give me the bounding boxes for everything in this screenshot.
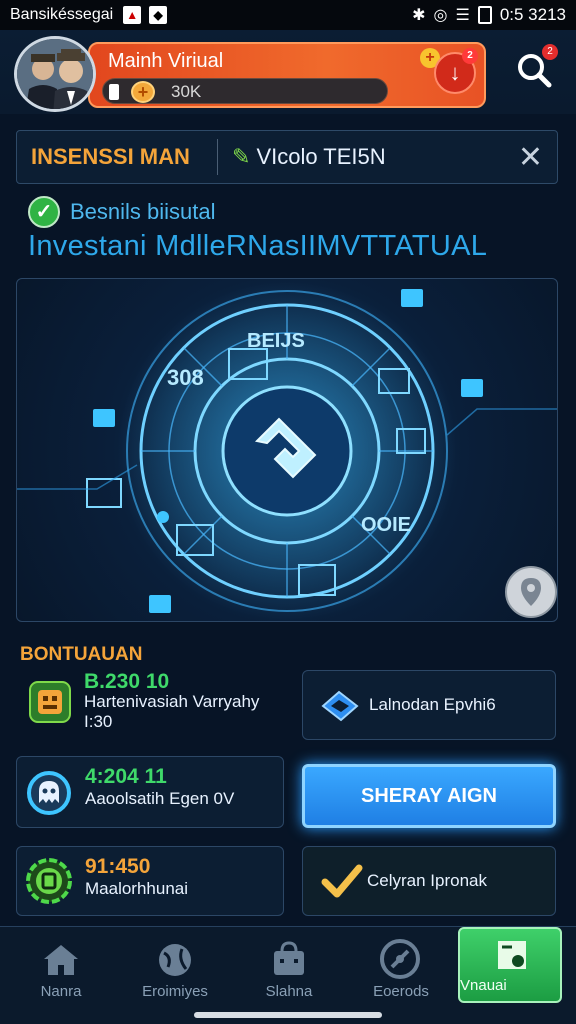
stat-value-2: 4:204 11 — [85, 765, 167, 788]
stat-value-3: 91:450 — [85, 855, 151, 878]
robot-icon — [29, 681, 71, 723]
coin-icon: + — [131, 81, 155, 103]
nav-rewards[interactable]: Eoerods — [344, 927, 458, 1013]
compass-icon — [380, 939, 420, 979]
link-card-2[interactable]: Celyran Ipronak — [302, 846, 556, 916]
checkmark-icon — [321, 864, 363, 898]
ghost-icon — [27, 771, 71, 815]
header: Mainh Viriual + 30K + ↓ 2 2 — [0, 30, 576, 114]
profile-name: Mainh Viriual — [108, 50, 224, 72]
nav-shop[interactable]: Slahna — [232, 927, 346, 1013]
nav-label-home: Nanra — [40, 983, 82, 1000]
hero-label-left: 308 — [167, 365, 204, 390]
leaf-icon: ✎ — [232, 144, 251, 169]
alert-badge: 2 — [462, 48, 478, 64]
link-card-1[interactable]: Lalnodan Epvhi6 — [302, 670, 556, 740]
stat-card-1[interactable]: B.230 10 Hartenivasiah Varryahy I:30 — [16, 668, 284, 740]
hero-label-right: OOIE — [361, 514, 411, 536]
subtitle-row: ✓ Besnils biisutal — [28, 196, 216, 228]
stat-text-1: Hartenivasiah Varryahy — [84, 692, 260, 711]
stat-text-2: Aaoolsatih Egen 0V — [85, 789, 235, 808]
globe-icon — [159, 944, 191, 976]
battery-icon — [477, 6, 492, 24]
status-bar: Bansikéssegai ▲ ◆ ✱ ◎ ☰ 0:5 3213 — [0, 0, 576, 30]
primary-action-button[interactable]: SHERAY AIGN — [302, 764, 556, 828]
alarm-icon: ◎ — [433, 7, 448, 24]
stat-text-3: Maalorhhunai — [85, 879, 189, 898]
banner-right-label: VIcolo TEI5N — [256, 144, 386, 169]
badge-icon — [26, 858, 72, 904]
profile-panel[interactable]: Mainh Viriual + 30K + ↓ 2 — [88, 42, 486, 108]
app-icon: ◆ — [149, 6, 168, 24]
hub-illustration: BEIJS 308 OOIE — [17, 281, 557, 621]
section-label: BONTUAUAN — [20, 644, 143, 665]
close-icon[interactable]: ✕ — [518, 140, 543, 175]
wifi-icon: ☰ — [455, 7, 470, 24]
vr-headset-icon — [498, 941, 526, 969]
tag-icon — [321, 690, 359, 722]
bluetooth-icon: ✱ — [412, 7, 426, 24]
stat-card-2[interactable]: 4:204 11 Aaoolsatih Egen 0V — [16, 756, 284, 828]
subtitle: Besnils biisutal — [70, 199, 216, 224]
link-card-label-2: Celyran Ipronak — [367, 871, 488, 890]
nav-label-shop: Slahna — [265, 983, 313, 1000]
banner-left-label: INSENSSI MAN — [31, 144, 190, 169]
search-badge: 2 — [542, 44, 558, 60]
home-indicator[interactable] — [194, 1012, 382, 1018]
hero-label-top: BEIJS — [247, 330, 305, 352]
location-pin-icon — [521, 578, 541, 606]
nav-label-explore: Eroimiyes — [142, 983, 208, 1000]
nav-explore[interactable]: Eroimiyes — [118, 927, 232, 1013]
nav-label-virtual: Vnauai — [460, 977, 507, 994]
nav-home[interactable]: Nanra — [4, 927, 118, 1013]
link-card-label-1: Lalnodan Epvhi6 — [369, 695, 496, 714]
shopping-bag-icon — [274, 941, 304, 975]
carrier-label: Bansikéssegai — [10, 6, 114, 23]
promo-banner[interactable]: INSENSSI MAN ✎ VIcolo TEI5N ✕ — [16, 130, 558, 184]
avatar[interactable] — [14, 36, 96, 112]
page-title: Investani MdlleRNasIIMVTTATUAL — [28, 230, 488, 262]
nav-label-rewards: Eoerods — [373, 983, 429, 1000]
notification-icon: ▲ — [123, 6, 142, 24]
location-button[interactable] — [505, 566, 557, 618]
coin-bar: + 30K — [102, 78, 388, 104]
clock: 0:5 3213 — [499, 5, 566, 24]
coin-value: 30K — [171, 82, 202, 101]
hero-graphic[interactable]: BEIJS 308 OOIE — [16, 278, 558, 622]
avatar-image — [17, 39, 93, 109]
stat-card-3[interactable]: 91:450 Maalorhhunai — [16, 846, 284, 916]
check-icon: ✓ — [28, 196, 60, 228]
download-button[interactable]: ↓ 2 — [434, 48, 478, 94]
search-button[interactable]: 2 — [514, 44, 558, 90]
home-icon — [44, 945, 78, 975]
card-icon — [109, 84, 119, 100]
nav-virtual[interactable]: Vnauai — [458, 927, 562, 1003]
stat-sub-1: I:30 — [84, 712, 113, 731]
stat-value-1: B.230 10 — [84, 670, 170, 693]
arrow-down-icon: ↓ — [449, 60, 461, 85]
